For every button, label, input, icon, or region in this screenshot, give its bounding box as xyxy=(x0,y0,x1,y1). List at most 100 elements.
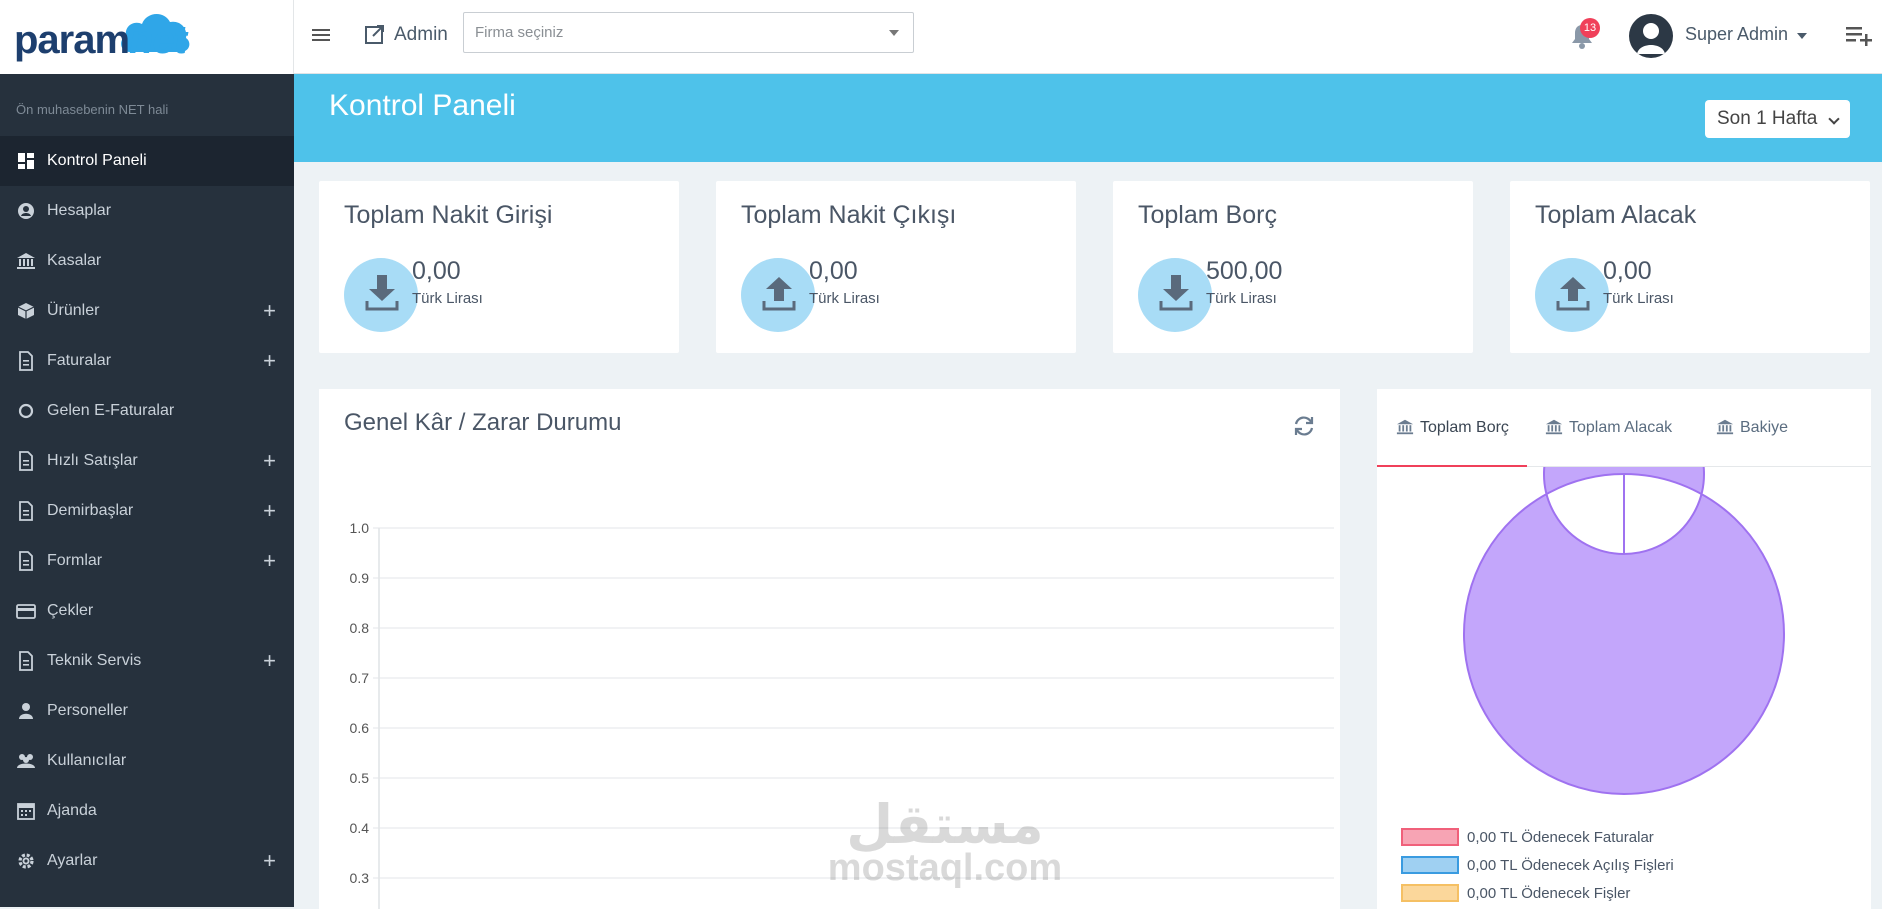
document-icon xyxy=(19,451,33,471)
sidebar-item-3[interactable]: Ürünler + xyxy=(0,286,294,336)
sidebar-item-2[interactable]: Kasalar xyxy=(0,236,294,286)
summary-card: Toplam Nakit Girişi 0,00 Türk Lirası xyxy=(319,181,679,353)
card-icon-circle xyxy=(1138,258,1212,332)
user-name[interactable]: Super Admin xyxy=(1685,24,1788,45)
chart-panel-title: Genel Kâr / Zarar Durumu xyxy=(344,409,622,436)
sidebar-item-0[interactable]: Kontrol Paneli xyxy=(0,136,294,186)
firma-select[interactable]: Firma seçiniz xyxy=(463,12,914,53)
plus-icon[interactable]: + xyxy=(263,850,276,872)
download-icon xyxy=(365,275,399,311)
period-value: Son 1 Hafta xyxy=(1717,108,1818,129)
bank-icon xyxy=(1545,419,1563,435)
sidebar-item-9[interactable]: Çekler xyxy=(0,586,294,636)
playlist-add-icon[interactable] xyxy=(1846,24,1874,48)
download-icon xyxy=(1159,275,1193,311)
dashboard-icon xyxy=(18,153,34,169)
sidebar-item-label: Çekler xyxy=(47,602,94,619)
sidebar-item-label: Hesaplar xyxy=(47,202,112,219)
legend-item[interactable]: 0,00 TL Ödenecek Fişler xyxy=(1401,879,1674,907)
sidebar-item-6[interactable]: Hızlı Satışlar + xyxy=(0,436,294,486)
document-icon xyxy=(19,501,33,521)
card-icon-circle xyxy=(344,258,418,332)
card-title: Toplam Nakit Girişi xyxy=(344,201,553,229)
avatar[interactable] xyxy=(1629,14,1673,58)
y-tick-label: 0.5 xyxy=(350,770,370,786)
logo[interactable]: paramnet xyxy=(0,0,294,74)
cube-icon xyxy=(17,303,35,319)
card-value: 500,00 xyxy=(1206,257,1283,285)
gear-icon xyxy=(18,853,34,869)
sidebar-item-label: Kullanıcılar xyxy=(47,752,127,769)
tab-label: Bakiye xyxy=(1740,419,1789,436)
tab-2[interactable]: Bakiye xyxy=(1716,419,1788,467)
calendar-icon xyxy=(17,803,35,820)
sidebar: Ön muhasebenin NET hali Kontrol Paneli He… xyxy=(0,74,294,907)
watermark-latin: mostaql.com xyxy=(827,847,1063,889)
page-banner: Kontrol Paneli Son 1 Hafta xyxy=(294,74,1882,162)
sidebar-item-label: Kasalar xyxy=(47,252,102,269)
sidebar-item-11[interactable]: Personeller xyxy=(0,686,294,736)
plus-icon[interactable]: + xyxy=(263,500,276,522)
circle-icon xyxy=(18,403,34,419)
sidebar-item-4[interactable]: Faturalar + xyxy=(0,336,294,386)
legend-item[interactable]: 0,00 TL Ödenecek Açılış Fişleri xyxy=(1401,851,1674,879)
credit-card-icon xyxy=(16,604,36,619)
summary-card: Toplam Borç 500,00 Türk Lirası xyxy=(1113,181,1473,353)
refresh-icon[interactable] xyxy=(1292,414,1316,438)
sidebar-item-label: Personeller xyxy=(47,702,128,719)
sidebar-item-14[interactable]: Ayarlar + xyxy=(0,836,294,886)
hamburger-menu-icon[interactable] xyxy=(310,24,332,46)
external-link-icon xyxy=(365,25,384,44)
y-tick-label: 0.6 xyxy=(350,720,370,736)
sidebar-item-12[interactable]: Kullanıcılar xyxy=(0,736,294,786)
tab-0[interactable]: Toplam Borç xyxy=(1377,419,1527,467)
tagline: Ön muhasebenin NET hali xyxy=(16,102,169,117)
summary-card: Toplam Nakit Çıkışı 0,00 Türk Lirası xyxy=(716,181,1076,353)
sidebar-item-8[interactable]: Formlar + xyxy=(0,536,294,586)
logo-text: paramnet xyxy=(14,18,187,62)
y-tick-label: 0.8 xyxy=(350,620,370,636)
person-icon xyxy=(19,703,33,719)
document-icon xyxy=(19,351,33,371)
notification-badge: 13 xyxy=(1580,18,1600,38)
card-icon-circle xyxy=(1535,258,1609,332)
caret-down-icon[interactable] xyxy=(1797,33,1807,39)
watermark-arabic: مستقل xyxy=(846,793,1044,856)
tab-label: Toplam Alacak xyxy=(1569,419,1673,436)
period-select[interactable]: Son 1 Hafta xyxy=(1705,100,1850,138)
sidebar-item-label: Demirbaşlar xyxy=(47,502,134,519)
summary-card: Toplam Alacak 0,00 Türk Lirası xyxy=(1510,181,1870,353)
users-icon xyxy=(17,754,35,768)
upload-icon xyxy=(762,277,796,311)
plus-icon[interactable]: + xyxy=(263,450,276,472)
sidebar-item-5[interactable]: Gelen E-Faturalar xyxy=(0,386,294,436)
sidebar-item-13[interactable]: Ajanda xyxy=(0,786,294,836)
main-content: Kontrol Paneli Son 1 Hafta Toplam Nakit … xyxy=(294,74,1882,909)
card-title: Toplam Nakit Çıkışı xyxy=(741,201,957,229)
legend-label: 0,00 TL Ödenecek Faturalar xyxy=(1467,828,1654,846)
sidebar-item-label: Faturalar xyxy=(47,352,112,369)
top-bar: paramnet Admin Firma seçiniz 13 Super Ad… xyxy=(0,0,1882,74)
card-title: Toplam Borç xyxy=(1138,201,1277,229)
donut-legend: 0,00 TL Ödenecek Faturalar 0,00 TL Ödenec… xyxy=(1401,823,1674,907)
tab-1[interactable]: Toplam Alacak xyxy=(1545,419,1672,467)
legend-item[interactable]: 0,00 TL Ödenecek Faturalar xyxy=(1401,823,1674,851)
y-tick-label: 0.9 xyxy=(350,570,370,586)
plus-icon[interactable]: + xyxy=(263,300,276,322)
card-unit: Türk Lirası xyxy=(1603,290,1674,307)
plus-icon[interactable]: + xyxy=(263,650,276,672)
caret-down-icon xyxy=(889,30,899,36)
sidebar-item-1[interactable]: Hesaplar xyxy=(0,186,294,236)
plus-icon[interactable]: + xyxy=(263,350,276,372)
bank-icon xyxy=(17,253,35,269)
sidebar-item-10[interactable]: Teknik Servis + xyxy=(0,636,294,686)
card-unit: Türk Lirası xyxy=(1206,290,1277,307)
sidebar-item-7[interactable]: Demirbaşlar + xyxy=(0,486,294,536)
upload-icon xyxy=(1556,277,1590,311)
admin-link[interactable]: Admin xyxy=(364,20,448,50)
tab-label: Toplam Borç xyxy=(1420,419,1509,436)
document-icon xyxy=(19,651,33,671)
card-unit: Türk Lirası xyxy=(809,290,880,307)
card-unit: Türk Lirası xyxy=(412,290,483,307)
plus-icon[interactable]: + xyxy=(263,550,276,572)
